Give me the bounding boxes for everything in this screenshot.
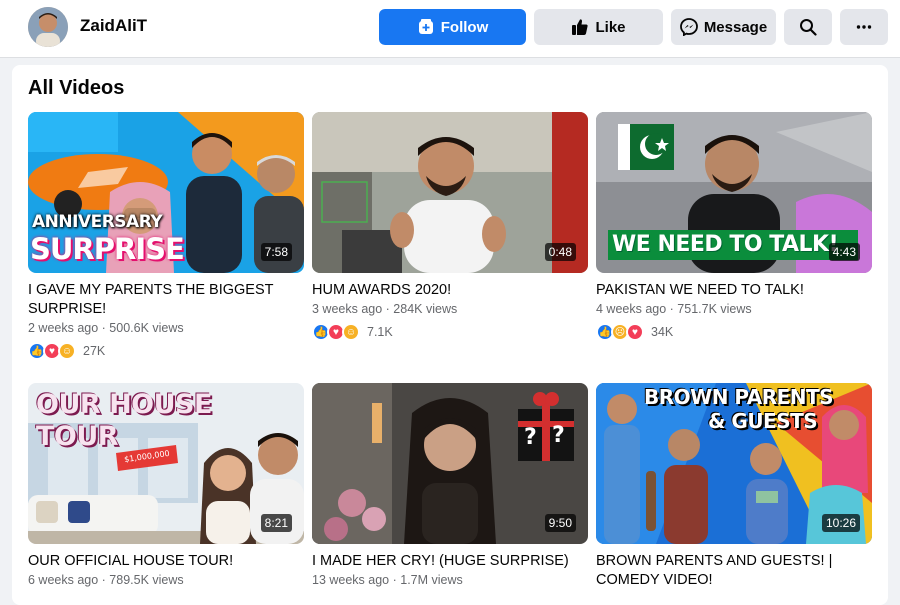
video-item[interactable]: ANNIVERSARY SURPRISE 7:58 I GAVE MY PARE… bbox=[28, 112, 304, 361]
video-title[interactable]: BROWN PARENTS AND GUESTS! | COMEDY VIDEO… bbox=[596, 552, 872, 590]
thumbnail-caption: ? bbox=[552, 423, 565, 448]
video-duration: 0:48 bbox=[544, 243, 576, 261]
videos-card: All Videos ANNIVERSARY SURPRISE 7:58 I G… bbox=[12, 65, 888, 605]
video-thumbnail[interactable]: 0:48 bbox=[312, 112, 588, 273]
like-label: Like bbox=[595, 18, 626, 36]
video-thumbnail[interactable]: ? ? 9:50 bbox=[312, 383, 588, 544]
thumbnail-caption: & GUESTS bbox=[708, 409, 818, 433]
video-title[interactable]: I MADE HER CRY! (HUGE SURPRISE) bbox=[312, 552, 588, 571]
video-item[interactable]: 0:48 HUM AWARDS 2020! 3 weeks ago · 284K… bbox=[312, 112, 588, 342]
thumbnail-caption: WE NEED TO TALK! bbox=[612, 232, 839, 257]
thumbnail-caption: ? bbox=[524, 425, 537, 450]
reaction-count: 34K bbox=[651, 325, 674, 339]
video-duration: 7:58 bbox=[260, 243, 292, 261]
video-title[interactable]: PAKISTAN WE NEED TO TALK! bbox=[596, 281, 872, 300]
reaction-summary[interactable]: 👍 ♥ ☺ 7.1K bbox=[312, 322, 588, 342]
like-button[interactable]: Like bbox=[534, 9, 663, 45]
video-item[interactable]: OUR HOUSE TOUR $1,000,000 8:21 OUR OFFIC… bbox=[28, 383, 304, 587]
video-meta: 13 weeks ago · 1.7M views bbox=[312, 573, 463, 587]
messenger-icon bbox=[679, 18, 698, 37]
video-title[interactable]: HUM AWARDS 2020! bbox=[312, 281, 588, 300]
page-header: ZaidAliT Follow Like Message bbox=[0, 0, 900, 58]
video-item[interactable]: BROWN PARENTS & GUESTS 10:26 BROWN PAREN… bbox=[596, 383, 872, 592]
video-duration: 8:21 bbox=[260, 514, 292, 532]
video-meta: 6 weeks ago · 789.5K views bbox=[28, 573, 184, 587]
care-reaction-icon: ☺ bbox=[58, 342, 76, 360]
more-horizontal-icon bbox=[855, 18, 873, 36]
video-title[interactable]: OUR OFFICIAL HOUSE TOUR! bbox=[28, 552, 304, 571]
follow-button[interactable]: Follow bbox=[379, 9, 526, 45]
video-meta: 2 weeks ago · 500.6K views bbox=[28, 321, 184, 335]
video-title[interactable]: I GAVE MY PARENTS THE BIGGEST SURPRISE! bbox=[28, 281, 304, 319]
thumbs-up-icon bbox=[571, 18, 589, 36]
message-label: Message bbox=[703, 18, 768, 36]
video-duration: 9:50 bbox=[544, 514, 576, 532]
thumbnail-caption: TOUR bbox=[36, 421, 119, 452]
thumbnail-caption: SURPRISE bbox=[30, 232, 185, 266]
message-button[interactable]: Message bbox=[671, 9, 776, 45]
thumbnail-caption: OUR HOUSE bbox=[36, 389, 212, 420]
love-reaction-icon: ♥ bbox=[626, 323, 644, 341]
video-thumbnail[interactable]: WE NEED TO TALK! 4:43 bbox=[596, 112, 872, 273]
reaction-summary[interactable]: 👍 ☹ ♥ 34K bbox=[596, 322, 872, 342]
video-item[interactable]: ? ? 9:50 I MADE HER CRY! (HUGE SURPRISE)… bbox=[312, 383, 588, 587]
thumbnail-caption: BROWN PARENTS bbox=[644, 385, 834, 409]
reaction-summary[interactable]: 👍 ♥ ☺ 27K bbox=[28, 341, 304, 361]
haha-reaction-icon: ☺ bbox=[342, 323, 360, 341]
video-thumbnail[interactable]: OUR HOUSE TOUR $1,000,000 8:21 bbox=[28, 383, 304, 544]
video-duration: 4:43 bbox=[828, 243, 860, 261]
follow-label: Follow bbox=[440, 18, 489, 36]
more-options-button[interactable] bbox=[840, 9, 888, 45]
search-button[interactable] bbox=[784, 9, 832, 45]
search-icon bbox=[799, 18, 817, 36]
reaction-count: 7.1K bbox=[367, 325, 393, 339]
follow-plus-icon bbox=[417, 18, 435, 36]
video-meta: 4 weeks ago · 751.7K views bbox=[596, 302, 752, 316]
video-duration: 10:26 bbox=[821, 514, 860, 532]
video-item[interactable]: WE NEED TO TALK! 4:43 PAKISTAN WE NEED T… bbox=[596, 112, 872, 342]
avatar[interactable] bbox=[28, 7, 68, 47]
video-meta: 3 weeks ago · 284K views bbox=[312, 302, 458, 316]
reaction-count: 27K bbox=[83, 344, 106, 358]
video-thumbnail[interactable]: ANNIVERSARY SURPRISE 7:58 bbox=[28, 112, 304, 273]
video-thumbnail[interactable]: BROWN PARENTS & GUESTS 10:26 bbox=[596, 383, 872, 544]
section-title: All Videos bbox=[28, 77, 125, 99]
page-name[interactable]: ZaidAliT bbox=[80, 16, 147, 36]
thumbnail-caption: ANNIVERSARY bbox=[32, 212, 163, 232]
